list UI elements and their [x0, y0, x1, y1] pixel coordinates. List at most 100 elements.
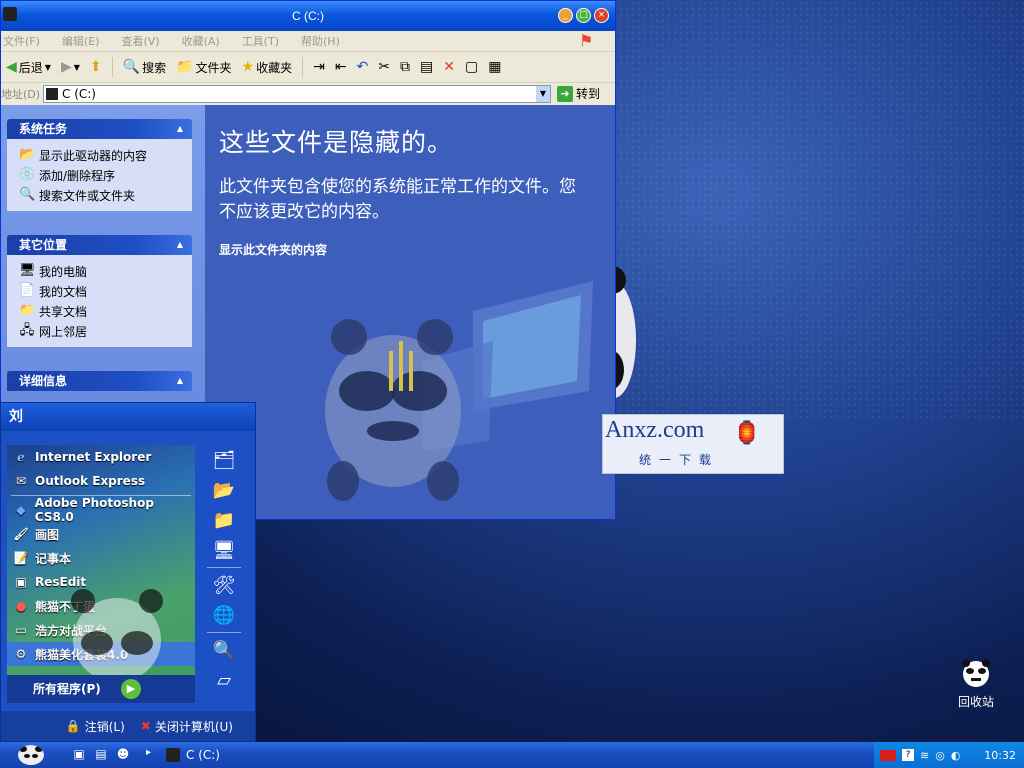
- place-my-computer[interactable]: 🖥 我的电脑: [19, 261, 192, 281]
- details-header[interactable]: 详细信息 ▲: [7, 371, 192, 391]
- address-input[interactable]: C (C:) ▼: [43, 85, 551, 103]
- search-label: 搜索: [142, 60, 167, 75]
- my-documents-shortcut[interactable]: 🗂: [201, 445, 247, 475]
- menu-help[interactable]: 帮助(H): [301, 33, 340, 49]
- photoshop-icon: ◆: [16, 503, 26, 517]
- media-player-icon[interactable]: ▤: [94, 747, 108, 761]
- toolbar: ◀ 后退 ▼ ▶ ▼ ⬆ 🔍 搜索 📁 文件夹 ★ 收藏夹 ⇥ ⇤ ↶ ✂ ⧉ …: [1, 52, 615, 83]
- language-flag-icon[interactable]: [880, 749, 896, 761]
- lantern-icon: 🏮: [733, 421, 761, 446]
- properties-button[interactable]: ▢: [462, 59, 481, 75]
- hidden-files-message: 此文件夹包含使您的系统能正常工作的文件。您不应该更改它的内容。: [219, 177, 576, 222]
- close-button[interactable]: ×: [594, 8, 609, 23]
- minimize-button[interactable]: _: [558, 8, 573, 23]
- computer-icon: 🖥: [19, 263, 36, 278]
- task-add-remove-programs[interactable]: 💿 添加/删除程序: [19, 165, 192, 185]
- start-menu-programs: ℯ Internet Explorer ✉ Outlook Express ◆ Ado…: [7, 445, 195, 703]
- power-icon: ✖: [140, 719, 151, 733]
- folder-icon: 📁: [212, 509, 236, 531]
- program-notepad[interactable]: 📝 记事本: [7, 546, 195, 570]
- menu-edit[interactable]: 编辑(E): [62, 33, 100, 49]
- folders-label: 文件夹: [195, 60, 232, 75]
- place-shared-documents[interactable]: 📁 共享文档: [19, 301, 192, 321]
- search-button[interactable]: 🔍 搜索: [120, 59, 169, 76]
- computer-icon: 🖥: [212, 539, 236, 561]
- chevron-down-icon: ▼: [44, 62, 51, 72]
- start-menu-user: 刘: [1, 403, 255, 431]
- place-network[interactable]: 🖧 网上邻居: [19, 321, 192, 341]
- quick-launch-more-icon[interactable]: ▸: [146, 747, 151, 758]
- folders-button[interactable]: 📁 文件夹: [173, 59, 234, 76]
- drive-icon: [3, 7, 17, 21]
- back-button[interactable]: ◀ 后退 ▼: [3, 59, 54, 76]
- address-dropdown[interactable]: ▼: [536, 86, 550, 102]
- recent-documents-shortcut[interactable]: 📂: [201, 475, 247, 505]
- program-paint[interactable]: 🖌 画图: [7, 522, 195, 546]
- other-places-header[interactable]: 其它位置 ▲: [7, 235, 192, 255]
- forward-button[interactable]: ▶ ▼: [58, 59, 83, 75]
- network-icon[interactable]: ≋: [920, 749, 929, 762]
- run-shortcut[interactable]: ▱: [201, 665, 247, 695]
- collapse-icon[interactable]: ▲: [174, 239, 186, 251]
- program-photoshop[interactable]: ◆ Adobe Photoshop CS8.0: [7, 496, 195, 524]
- menu-file[interactable]: 文件(F): [3, 33, 40, 49]
- system-tasks-header[interactable]: 系统任务 ▲: [7, 119, 192, 139]
- copy-button[interactable]: ⧉: [397, 59, 413, 75]
- search-shortcut[interactable]: 🔍: [201, 635, 247, 665]
- help-shortcut[interactable]: 🌐: [201, 600, 247, 630]
- documents-icon: 📄: [19, 283, 36, 298]
- title-bar[interactable]: C (C:) _ □ ×: [1, 1, 615, 31]
- properties-icon: ▢: [465, 59, 479, 75]
- my-pictures-shortcut[interactable]: 📁: [201, 505, 247, 535]
- maximize-button[interactable]: □: [576, 8, 591, 23]
- volume-icon[interactable]: ◐: [951, 749, 961, 762]
- program-internet-explorer[interactable]: ℯ Internet Explorer: [7, 445, 195, 469]
- up-button[interactable]: ⬆: [87, 59, 105, 75]
- copy-to-button[interactable]: ⇤: [332, 59, 350, 75]
- collapse-icon[interactable]: ▲: [174, 123, 186, 135]
- move-to-button[interactable]: ⇥: [310, 59, 328, 75]
- folder-icon: 📂: [19, 147, 36, 162]
- program-outlook-express[interactable]: ✉ Outlook Express: [7, 469, 195, 493]
- outlook-icon: ✉: [15, 474, 27, 488]
- menu-tools[interactable]: 工具(T): [242, 33, 279, 49]
- clock[interactable]: 10:32: [984, 749, 1024, 762]
- help-icon[interactable]: ?: [902, 749, 914, 761]
- all-programs-button[interactable]: 所有程序(P) ▶: [7, 675, 195, 703]
- scissors-icon: ✂: [378, 59, 391, 75]
- taskbar-window-c-drive[interactable]: C (C:): [166, 745, 326, 765]
- control-panel-shortcut[interactable]: 🛠: [201, 570, 247, 600]
- panda-quick-icon[interactable]: ☻: [116, 747, 130, 761]
- panda-app-icon: ●: [15, 599, 27, 613]
- show-folder-contents-link[interactable]: 显示此文件夹的内容: [219, 241, 327, 258]
- drive-icon: [46, 88, 58, 100]
- show-desktop-icon[interactable]: ▣: [72, 747, 86, 761]
- delete-button[interactable]: ✕: [440, 59, 458, 75]
- menu-favorites[interactable]: 收藏(A): [182, 33, 220, 49]
- undo-button[interactable]: ↶: [354, 59, 372, 75]
- window-title: C (C:): [292, 9, 324, 23]
- task-show-drive-contents[interactable]: 📂 显示此驱动器的内容: [19, 145, 192, 165]
- move-icon: ⇥: [313, 59, 325, 75]
- network-icon: 🖧: [19, 323, 35, 338]
- watermark-domain: Anxz.com: [605, 417, 705, 443]
- recycle-bin[interactable]: 回收站: [948, 658, 1004, 710]
- task-search-files[interactable]: 🔍 搜索文件或文件夹: [19, 185, 192, 205]
- globe-icon[interactable]: ◎: [935, 749, 945, 762]
- shutdown-button[interactable]: ✖ 关闭计算机(U): [141, 718, 233, 735]
- lock-icon: 🔒: [65, 719, 81, 733]
- go-button[interactable]: ➜ 转到: [557, 85, 600, 102]
- recycle-bin-label: 回收站: [957, 695, 994, 709]
- cut-button[interactable]: ✂: [375, 59, 393, 75]
- start-button[interactable]: [18, 745, 44, 765]
- control-panel-icon: 🛠: [212, 574, 236, 596]
- my-computer-shortcut[interactable]: 🖥: [201, 535, 247, 565]
- logoff-button[interactable]: 🔒 注销(L): [66, 718, 125, 735]
- paint-icon: 🖌: [13, 527, 29, 541]
- collapse-icon[interactable]: ▲: [174, 375, 186, 387]
- menu-view[interactable]: 查看(V): [121, 33, 159, 49]
- views-button[interactable]: ▦: [485, 59, 504, 75]
- paste-button[interactable]: ▤: [417, 59, 436, 75]
- favorites-button[interactable]: ★ 收藏夹: [239, 59, 296, 76]
- place-my-documents[interactable]: 📄 我的文档: [19, 281, 192, 301]
